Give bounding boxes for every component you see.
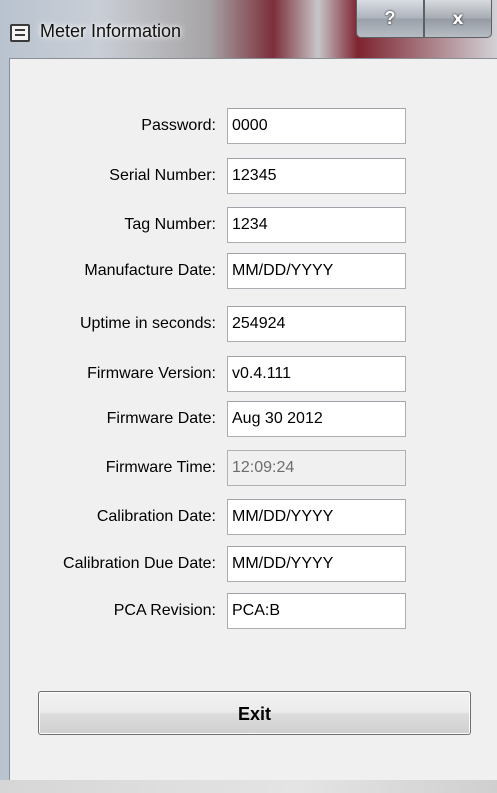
password-field[interactable] — [227, 108, 406, 144]
calibration-date-field[interactable] — [227, 499, 406, 535]
firmware-version-label: Firmware Version: — [87, 365, 216, 382]
tag-number-label: Tag Number: — [124, 216, 216, 233]
firmware-version-field[interactable] — [227, 356, 406, 392]
pca-revision-field[interactable] — [227, 593, 406, 629]
close-icon: x — [452, 9, 464, 29]
password-label: Password: — [141, 117, 216, 134]
window-title: Meter Information — [40, 21, 182, 41]
pca-revision-row: PCA Revision: — [10, 593, 497, 631]
serial-number-label: Serial Number: — [109, 167, 216, 184]
uptime-row: Uptime in seconds: — [10, 306, 497, 344]
help-button[interactable]: ? — [356, 0, 424, 38]
window-menu-icon[interactable] — [10, 24, 30, 42]
uptime-field[interactable] — [227, 306, 406, 342]
close-button[interactable]: x — [424, 0, 492, 38]
tag-number-row: Tag Number: — [10, 207, 497, 245]
firmware-time-label: Firmware Time: — [105, 459, 216, 476]
firmware-date-label: Firmware Date: — [106, 410, 216, 427]
meter-information-window: Meter Information ? x Password: Serial N… — [0, 0, 497, 793]
window-bottom-edge — [0, 780, 497, 793]
calibration-due-date-label: Calibration Due Date: — [63, 555, 216, 572]
manufacture-date-field[interactable] — [227, 253, 406, 289]
calibration-date-label: Calibration Date: — [96, 508, 216, 525]
serial-number-field[interactable] — [227, 158, 406, 194]
serial-number-row: Serial Number: — [10, 158, 497, 196]
calibration-date-row: Calibration Date: — [10, 499, 497, 537]
manufacture-date-row: Manufacture Date: — [10, 253, 497, 291]
firmware-time-field — [227, 450, 406, 486]
firmware-date-row: Firmware Date: — [10, 401, 497, 439]
manufacture-date-label: Manufacture Date: — [84, 262, 216, 279]
firmware-version-row: Firmware Version: — [10, 356, 497, 394]
tag-number-field[interactable] — [227, 207, 406, 243]
password-row: Password: — [10, 108, 497, 146]
uptime-label: Uptime in seconds: — [79, 315, 216, 332]
firmware-time-row: Firmware Time: — [10, 450, 497, 488]
exit-button[interactable]: Exit — [38, 691, 471, 735]
calibration-due-date-field[interactable] — [227, 546, 406, 582]
title-bar[interactable]: Meter Information ? x — [0, 0, 497, 54]
firmware-date-field[interactable] — [227, 401, 406, 437]
pca-revision-label: PCA Revision: — [113, 602, 216, 619]
client-area: Password: Serial Number: Tag Number: Man… — [9, 58, 497, 780]
calibration-due-date-row: Calibration Due Date: — [10, 546, 497, 584]
